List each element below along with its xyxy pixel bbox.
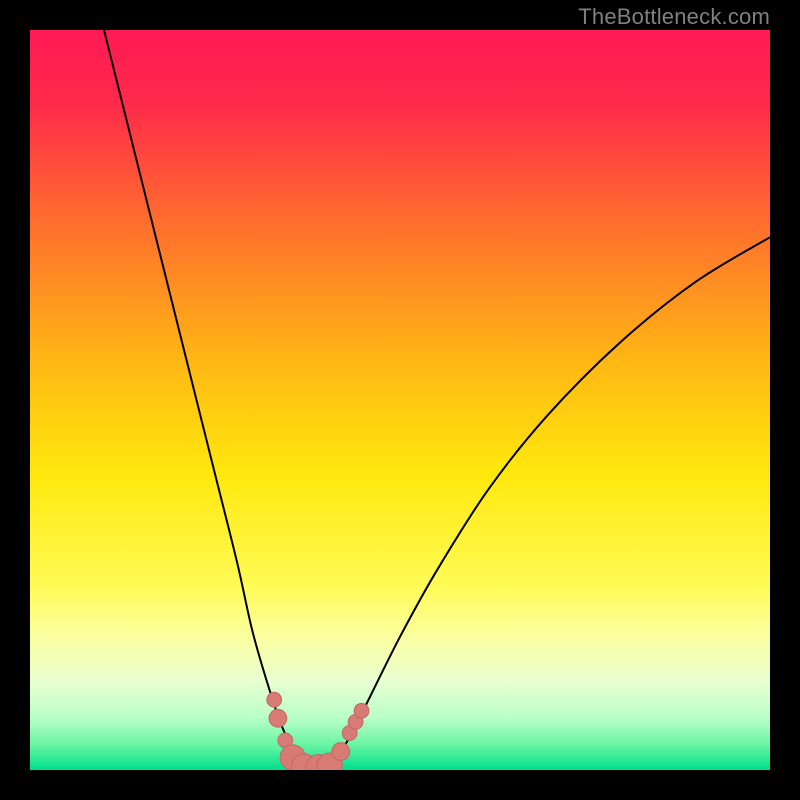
- bottleneck-chart: [30, 30, 770, 770]
- chart-frame: TheBottleneck.com: [0, 0, 800, 800]
- data-marker: [269, 709, 287, 727]
- plot-area: [30, 30, 770, 770]
- data-marker: [332, 743, 350, 761]
- watermark-text: TheBottleneck.com: [578, 4, 770, 30]
- data-marker: [354, 703, 369, 718]
- data-marker: [267, 692, 282, 707]
- gradient-background: [30, 30, 770, 770]
